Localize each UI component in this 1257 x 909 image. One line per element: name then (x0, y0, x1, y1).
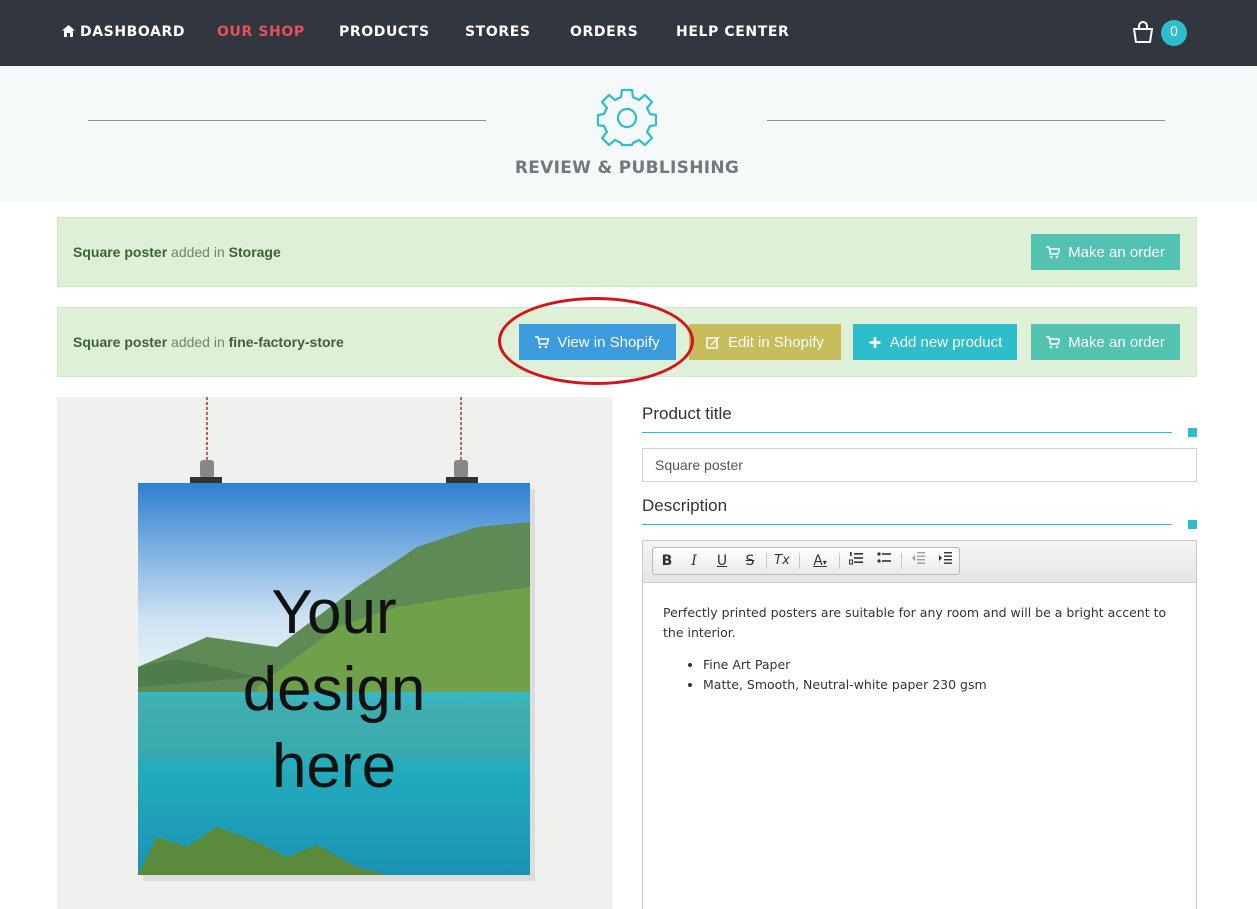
section-marker (1188, 428, 1197, 437)
edit-in-shopify-label: Edit in Shopify (728, 333, 824, 351)
product-title-underline (642, 432, 1172, 433)
make-order-label: Make an order (1068, 333, 1165, 351)
plus-icon (869, 336, 881, 348)
product-title-label: Product title (642, 404, 732, 423)
indent-button[interactable] (934, 551, 956, 571)
description-paragraph: Perfectly printed posters are suitable f… (663, 605, 1167, 640)
toolbar-separator (901, 553, 902, 569)
view-in-shopify-button[interactable]: View in Shopify (519, 324, 676, 360)
toolbar-separator (766, 553, 767, 569)
nav-products[interactable]: PRODUCTS (339, 24, 430, 40)
underline-button[interactable]: U (711, 551, 733, 571)
add-new-product-label: Add new product (889, 333, 1003, 351)
top-navigation: DASHBOARD OUR SHOP PRODUCTS STORES ORDER… (0, 0, 1257, 66)
nav-stores[interactable]: STORES (465, 24, 531, 40)
font-color-button[interactable]: A▾ (805, 551, 835, 571)
home-icon (62, 25, 75, 37)
list-item: Fine Art Paper (703, 655, 1173, 675)
bullet-list-icon (877, 552, 891, 563)
store-alert: Square poster added in fine-factory-stor… (57, 307, 1197, 377)
outdent-button[interactable] (907, 551, 929, 571)
nav-orders[interactable]: ORDERS (570, 24, 638, 40)
header-divider-left (88, 120, 486, 121)
clear-format-button[interactable]: Tx (771, 551, 793, 571)
nav-dashboard-label: DASHBOARD (80, 24, 186, 40)
alert-location: fine-factory-store (228, 334, 344, 350)
cart-icon (535, 335, 550, 348)
nav-our-shop[interactable]: OUR SHOP (217, 24, 305, 40)
section-marker (1188, 520, 1197, 529)
strikethrough-button[interactable]: S (739, 551, 761, 571)
ordered-list-button[interactable] (845, 551, 867, 571)
shopping-bag-icon[interactable] (1131, 20, 1155, 44)
storage-alert: Square poster added in Storage Make an o… (57, 217, 1197, 287)
italic-button[interactable]: I (683, 551, 705, 571)
toolbar-group: B I U S Tx A▾ (652, 547, 960, 575)
description-editor[interactable]: B I U S Tx A▾ Perfectly printed posters … (642, 540, 1197, 909)
alert-text: added in (171, 334, 225, 350)
edit-icon (706, 336, 720, 349)
nav-help-center[interactable]: HELP CENTER (676, 24, 789, 40)
add-new-product-button[interactable]: Add new product (853, 324, 1017, 360)
description-label: Description (642, 496, 728, 515)
editor-toolbar: B I U S Tx A▾ (643, 541, 1196, 583)
list-item: Matte, Smooth, Neutral-white paper 230 g… (703, 675, 1173, 695)
gear-icon (597, 88, 657, 147)
description-underline (642, 524, 1172, 525)
nav-dashboard[interactable]: DASHBOARD (62, 24, 185, 40)
alert-product-name: Square poster (73, 244, 168, 260)
dropdown-caret-icon: ▾ (822, 558, 827, 567)
bold-button[interactable]: B (656, 551, 678, 571)
header-divider-right (767, 120, 1165, 121)
poster-mockup (57, 397, 612, 909)
make-order-button[interactable]: Make an order (1031, 234, 1180, 270)
cart-icon (1046, 335, 1061, 348)
view-in-shopify-label: View in Shopify (557, 333, 660, 351)
page-title: REVIEW & PUBLISHING (514, 158, 740, 178)
font-color-label: A (813, 553, 823, 569)
indent-icon (939, 552, 952, 564)
make-order-label: Make an order (1068, 243, 1165, 261)
store-alert-message: Square poster added in fine-factory-stor… (73, 334, 344, 350)
toolbar-separator (799, 553, 800, 569)
outdent-icon (912, 552, 925, 564)
edit-in-shopify-button[interactable]: Edit in Shopify (689, 324, 841, 360)
cart-icon (1046, 245, 1061, 258)
cart-count-badge: 0 (1161, 20, 1187, 46)
ordered-list-icon (849, 552, 863, 565)
alert-product-name: Square poster (73, 334, 168, 350)
description-bullet-list: Fine Art Paper Matte, Smooth, Neutral-wh… (703, 655, 1173, 695)
alert-text: added in (171, 244, 225, 260)
make-order-button[interactable]: Make an order (1031, 324, 1180, 360)
alert-location: Storage (228, 244, 281, 260)
toolbar-separator (839, 553, 840, 569)
product-title-input[interactable] (642, 448, 1197, 482)
bullet-list-button[interactable] (873, 551, 895, 571)
editor-content[interactable]: Perfectly printed posters are suitable f… (663, 603, 1173, 695)
product-preview-image: Your design here (57, 397, 612, 909)
storage-alert-message: Square poster added in Storage (73, 244, 281, 260)
page-header: REVIEW & PUBLISHING (0, 66, 1257, 202)
